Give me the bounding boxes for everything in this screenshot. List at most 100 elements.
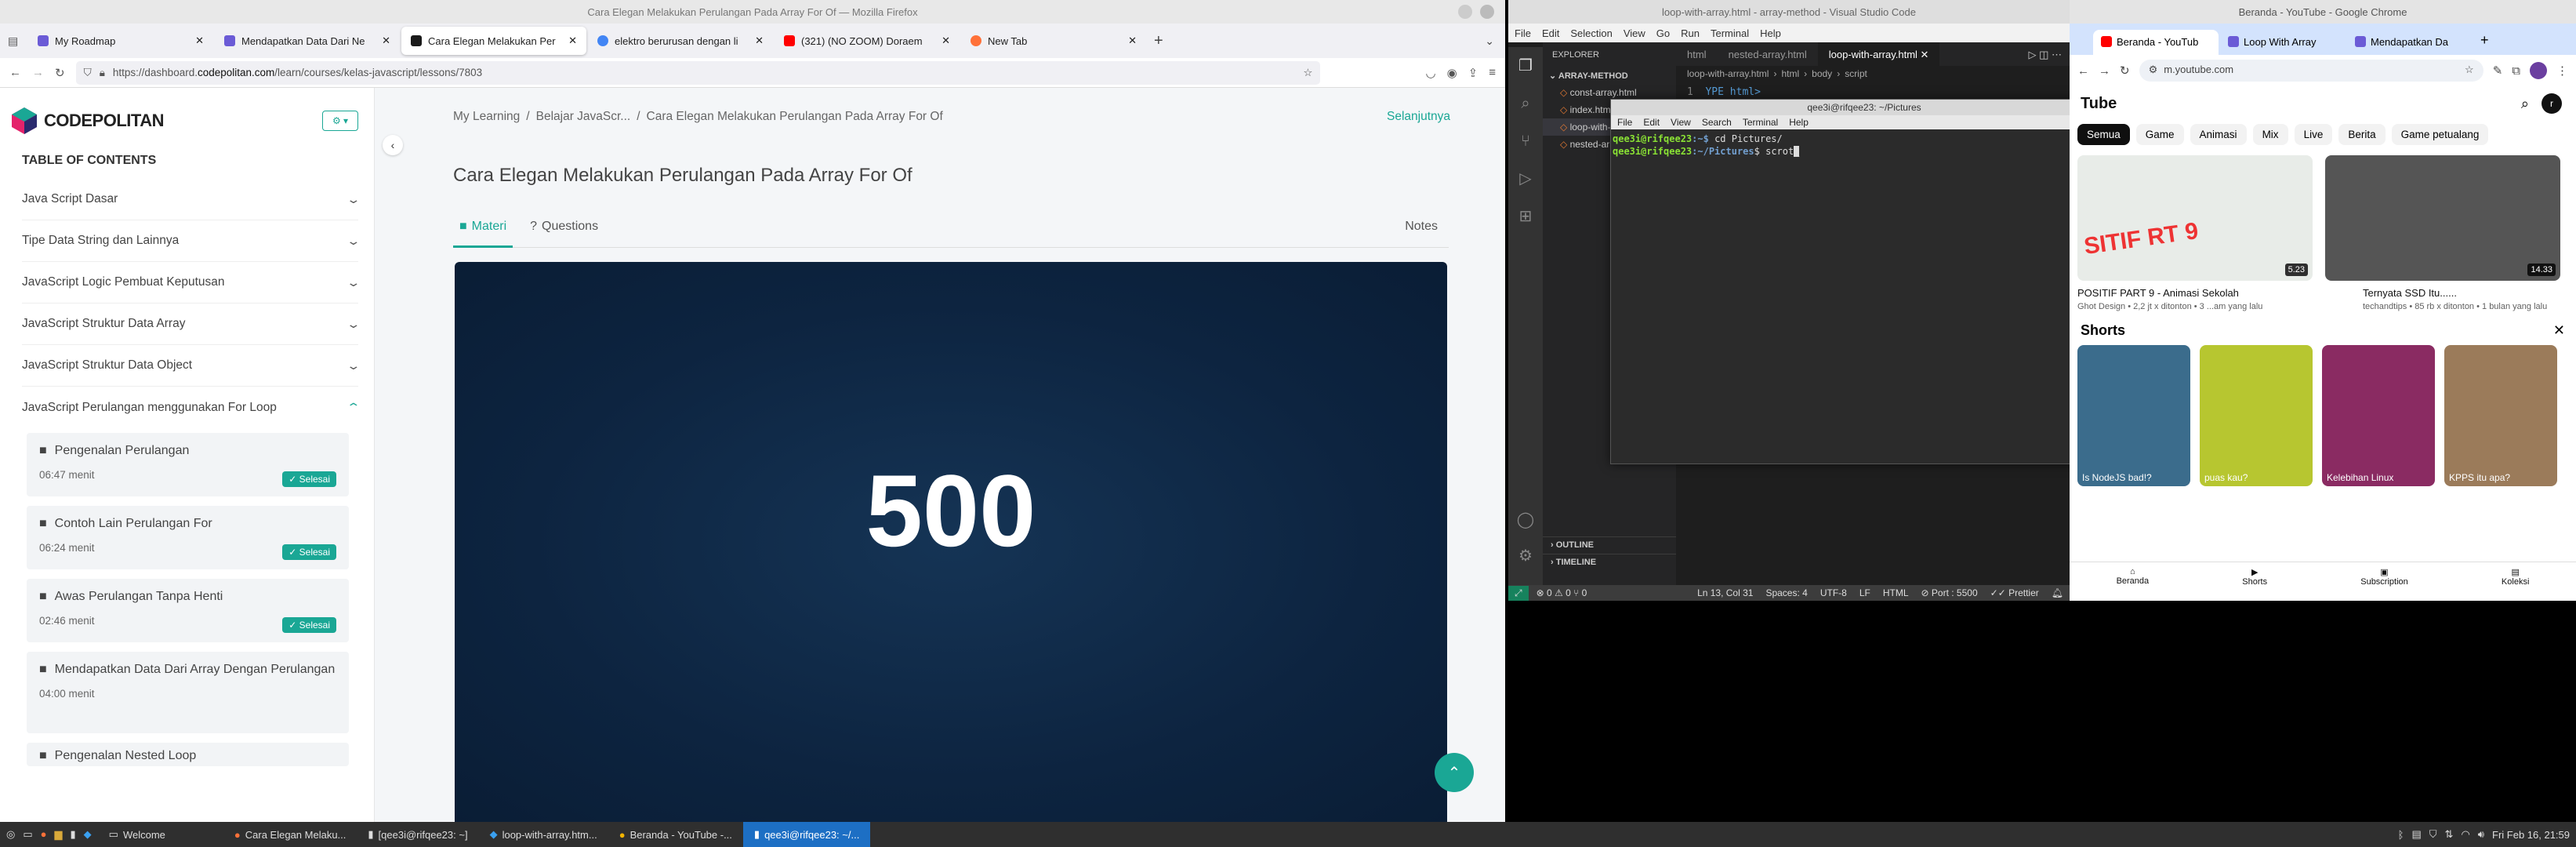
network-icon[interactable]: ⇅ (2445, 828, 2454, 841)
tab[interactable]: elektro berurusan dengan li ✕ (588, 27, 773, 55)
chip[interactable]: Berita (2338, 123, 2386, 145)
toc-section[interactable]: JavaScript Logic Pembuat Keputusan ⌄ (22, 262, 361, 304)
close-icon[interactable]: ✕ (2553, 322, 2565, 339)
tab[interactable]: Mendapatkan Da (2347, 30, 2473, 55)
tab[interactable]: Loop With Array (2220, 30, 2346, 55)
pocket-icon[interactable]: ◡ (1425, 66, 1435, 80)
taskbar-item-active[interactable]: ▮ qee3i@rifqee23: ~/... (742, 822, 871, 847)
breadcrumb-item[interactable]: html (1781, 68, 1799, 81)
problems-status[interactable]: ⊗ 0 ⚠ 0 ⑂ 0 (1529, 587, 1595, 598)
reload-icon[interactable]: ↻ (2120, 64, 2130, 78)
bookmark-star-icon[interactable]: ☆ (1303, 67, 1312, 79)
menu-icon[interactable]: ◎ (6, 828, 15, 841)
prettier-status[interactable]: ✓✓ Prettier (1984, 587, 2045, 598)
chip[interactable]: Mix (2252, 123, 2288, 145)
menu-item[interactable]: Terminal (1743, 117, 1778, 128)
lesson-item[interactable]: ■ Awas Perulangan Tanpa Henti 02:46 menit ✓… (27, 579, 349, 642)
search-icon[interactable]: ⌕ (2521, 96, 2529, 112)
menu-item[interactable]: Help (1760, 27, 1781, 39)
remote-icon[interactable]: ⤢ (1508, 585, 1529, 601)
menu-item[interactable]: Search (1702, 117, 1732, 128)
extensions-icon[interactable]: ⇪ (1468, 66, 1478, 80)
back-icon[interactable]: ← (2077, 64, 2089, 78)
extension-icon[interactable]: ✎ (2493, 64, 2503, 78)
live-server-port[interactable]: ⊘ Port : 5500 (1915, 587, 1984, 598)
taskbar-item[interactable]: ● Beranda - YouTube -... (608, 822, 743, 847)
omnibox[interactable]: ⚙ m.youtube.com ☆ (2139, 60, 2483, 82)
files-icon[interactable]: ❐ (1508, 47, 1543, 85)
update-icon[interactable]: ⛉ (2429, 828, 2437, 841)
back-icon[interactable]: ← (9, 66, 21, 79)
nav-shorts[interactable]: ▶ Shorts (2242, 567, 2267, 601)
toc-section-expanded[interactable]: JavaScript Perulangan menggunakan For Lo… (22, 387, 361, 428)
toc-section[interactable]: Java Script Dasar ⌄ (22, 179, 361, 220)
breadcrumb-link[interactable]: Belajar JavaScr... (536, 110, 631, 124)
tab-list-icon[interactable]: ▤ (8, 35, 27, 48)
firefox-icon[interactable]: ● (41, 828, 47, 841)
short-card[interactable]: Is NodeJS bad!? (2077, 345, 2190, 486)
codepolitan-logo[interactable]: CODEPOLITAN (9, 106, 164, 136)
close-icon[interactable]: ✕ (568, 35, 577, 47)
vscode-icon[interactable]: ◆ (84, 828, 92, 841)
editor-tab[interactable]: html (1676, 42, 1718, 66)
list-all-tabs-icon[interactable]: ⌄ (1485, 35, 1494, 48)
breadcrumb-link[interactable]: My Learning (453, 110, 520, 124)
forward-icon[interactable]: → (32, 66, 44, 79)
encoding[interactable]: UTF-8 (1814, 587, 1853, 598)
account-icon[interactable]: ◯ (1508, 510, 1543, 529)
video-thumbnail[interactable]: 14.33 (2325, 155, 2560, 281)
reload-icon[interactable]: ↻ (55, 66, 65, 80)
menu-item[interactable]: Edit (1643, 117, 1660, 128)
indentation[interactable]: Spaces: 4 (1759, 587, 1813, 598)
account-icon[interactable]: ◉ (1447, 66, 1457, 80)
close-icon[interactable]: ✕ (382, 35, 390, 47)
taskbar-item[interactable]: ▮ [qee3i@rifqee23: ~] (357, 822, 478, 847)
tab[interactable]: Mendapatkan Data Dari Ne ✕ (215, 27, 400, 55)
tab[interactable]: My Roadmap ✕ (28, 27, 213, 55)
menu-item[interactable]: View (1671, 117, 1691, 128)
close-icon[interactable]: ✕ (1128, 35, 1137, 47)
tab-questions[interactable]: ? Questions (530, 220, 598, 247)
avatar[interactable]: r (2542, 93, 2562, 114)
desktop-icon[interactable]: ▭ (23, 828, 32, 841)
menu-item[interactable]: File (1617, 117, 1632, 128)
outline-section[interactable]: › OUTLINE (1543, 536, 1676, 553)
volume-icon[interactable]: 🔊︎ (2478, 828, 2484, 841)
lesson-item[interactable]: ■ Mendapatkan Data Dari Array Dengan Peru… (27, 652, 349, 733)
lesson-item[interactable]: ■ Pengenalan Perulangan 06:47 menit ✓ Seles… (27, 433, 349, 496)
tab[interactable]: New Tab ✕ (961, 27, 1146, 55)
menu-item[interactable]: Go (1656, 27, 1670, 39)
line-ending[interactable]: LF (1853, 587, 1877, 598)
next-lesson-link[interactable]: Selanjutnya (1387, 110, 1450, 124)
bookmark-star-icon[interactable]: ☆ (2465, 64, 2474, 78)
video-title[interactable]: POSITIF PART 9 - Animasi Sekolah (2077, 287, 2313, 299)
notifications-icon[interactable]: 🔔︎ (2045, 587, 2070, 598)
folder-header[interactable]: ⌄ ARRAY-METHOD (1543, 67, 1676, 84)
menu-item[interactable]: Selection (1570, 27, 1612, 39)
video-player[interactable]: 500 (455, 262, 1447, 822)
gear-icon[interactable]: ⚙ (1508, 546, 1543, 565)
new-tab-button[interactable]: + (1154, 32, 1163, 50)
lesson-item[interactable]: ■ Pengenalan Nested Loop (27, 743, 349, 766)
chip-active[interactable]: Semua (2077, 123, 2130, 145)
menu-item[interactable]: Edit (1542, 27, 1559, 39)
menu-item[interactable]: View (1624, 27, 1645, 39)
nav-home[interactable]: ⌂ Beranda (2117, 567, 2150, 601)
close-icon[interactable]: ✕ (755, 35, 764, 47)
tab-materi[interactable]: ■ Materi (453, 220, 513, 248)
run-debug-icon[interactable]: ▷ (1508, 160, 1543, 198)
close-icon[interactable]: ✕ (195, 35, 204, 47)
video-card[interactable]: SITIF RT 9 5.23 POSITIF PART 9 - Animasi… (2077, 155, 2313, 311)
video-thumbnail[interactable]: SITIF RT 9 5.23 (2077, 155, 2313, 281)
short-card[interactable]: Kelebihan Linux (2322, 345, 2435, 486)
chip[interactable]: Game petualang (2391, 123, 2489, 145)
chip[interactable]: Game (2135, 123, 2184, 145)
toc-section[interactable]: JavaScript Struktur Data Object ⌄ (22, 345, 361, 387)
toc-section[interactable]: Tipe Data String dan Lainnya ⌄ (22, 220, 361, 262)
toc-section[interactable]: JavaScript Struktur Data Array ⌄ (22, 304, 361, 345)
nav-library[interactable]: ▤ Koleksi (2502, 567, 2529, 601)
short-card[interactable]: KPPS itu apa? (2444, 345, 2557, 486)
nav-subscriptions[interactable]: ▣ Subscription (2360, 567, 2408, 601)
taskbar-item[interactable]: ▭ Welcome (98, 822, 176, 847)
files-icon[interactable]: ▆ (55, 828, 63, 841)
